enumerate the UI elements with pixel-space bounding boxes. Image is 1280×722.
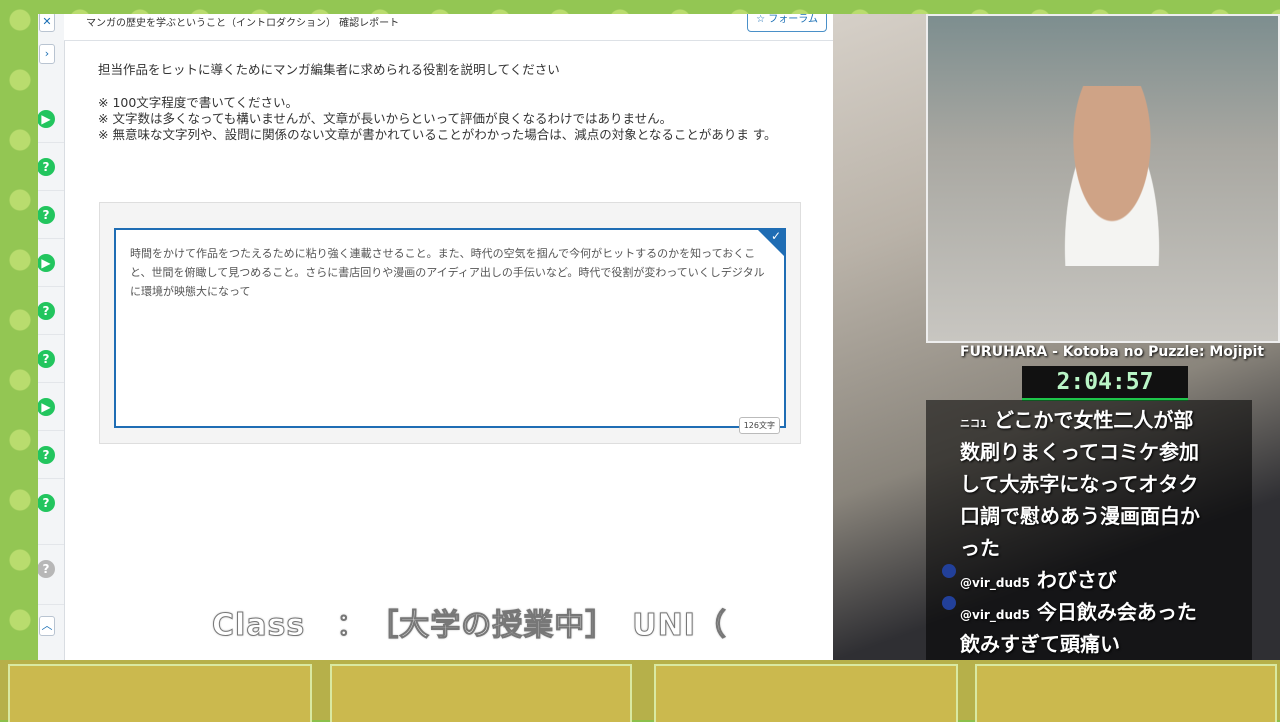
chat-username: @vir_dud5 <box>960 576 1030 590</box>
bottom-decoration <box>0 660 1280 722</box>
divider <box>38 190 64 191</box>
close-icon[interactable]: ✕ <box>39 14 55 32</box>
divider <box>38 430 64 431</box>
divider <box>38 334 64 335</box>
chat-message-line: 数刷りまくってコミケ参加 <box>960 440 1199 464</box>
note-2: ※ 文字数は多くなっても構いませんが、文章が長いからといって評価が良くなるわけで… <box>98 111 673 126</box>
play-icon[interactable]: ▶ <box>38 398 55 416</box>
chat-message: @vir_dud5 今日飲み会あった <box>960 596 1197 631</box>
stream-ticker: Class ： ［大学の授業中］ UNI（ <box>212 608 727 644</box>
chat-message-line: どこかで女性二人が部 <box>993 408 1194 432</box>
char-count-badge: 126文字 <box>738 417 780 434</box>
answer-textarea[interactable]: 時間をかけて作品をつたえるために粘り強く連載させること。また、時代の空気を掴んで… <box>114 228 786 434</box>
streamer-image <box>1052 86 1172 266</box>
question-icon[interactable]: ? <box>38 494 55 512</box>
question-block: 担当作品をヒットに導くためにマンガ編集者に求められる役割を説明してください ※ … <box>98 62 798 143</box>
divider <box>38 238 64 239</box>
play-icon[interactable]: ▶ <box>38 254 55 272</box>
report-header: マンガの歴史を学ぶということ（イントロダクション） 確認レポート ☆ フォーラム <box>64 14 833 41</box>
question-icon[interactable]: ? <box>38 446 55 464</box>
answer-card: 時間をかけて作品をつたえるために粘り強く連載させること。また、時代の空気を掴んで… <box>99 202 801 444</box>
question-prompt: 担当作品をヒットに導くためにマンガ編集者に求められる役割を説明してください <box>98 62 560 77</box>
chat-badge: ニコ1 <box>960 419 987 430</box>
play-icon[interactable]: ▶ <box>38 110 55 128</box>
note-1: ※ 100文字程度で書いてください。 <box>98 95 299 110</box>
decor-panel <box>975 664 1277 722</box>
chat-username: @vir_dud5 <box>960 608 1030 622</box>
left-rail: ✕ › ▶ ? ? ▶ ? ? ▶ ? ? ? ︿ <box>38 14 65 660</box>
check-icon: ✓ <box>770 229 781 243</box>
forum-icon: ☆ <box>756 14 766 25</box>
divider <box>38 604 64 605</box>
chat-message: @vir_dud5 わびさび <box>960 564 1117 599</box>
decor-panel <box>330 664 632 722</box>
chevron-up-icon[interactable]: ︿ <box>39 616 55 636</box>
divider <box>38 478 64 479</box>
forum-button[interactable]: ☆ フォーラム <box>747 14 827 32</box>
question-icon[interactable]: ? <box>38 560 55 578</box>
question-icon[interactable]: ? <box>38 350 55 368</box>
divider <box>38 286 64 287</box>
divider <box>38 142 64 143</box>
note-3: ※ 無意味な文字列や、設問に関係のない文章が書かれていることがわかった場合は、減… <box>98 127 777 142</box>
stream-timer: 2:04:57 <box>1022 366 1188 401</box>
decor-panel <box>8 664 312 722</box>
question-icon[interactable]: ? <box>38 206 55 224</box>
divider <box>38 544 64 545</box>
chat-message-line: 口調で慰めあう漫画面白か <box>960 504 1200 528</box>
question-icon[interactable]: ? <box>38 158 55 176</box>
forum-button-label: フォーラム <box>768 14 818 25</box>
chat-message-line: 飲みすぎて頭痛い <box>960 632 1120 656</box>
chat-overlay: ニコ1 どこかで女性二人が部 数刷りまくってコミケ参加 して大赤字になってオタク… <box>926 400 1252 660</box>
question-icon[interactable]: ? <box>38 302 55 320</box>
decor-panel <box>654 664 958 722</box>
page-title: マンガの歴史を学ぶということ（イントロダクション） 確認レポート <box>86 18 400 29</box>
answer-text: 時間をかけて作品をつたえるために粘り強く連載させること。また、時代の空気を掴んで… <box>130 247 765 298</box>
chat-message-line: して大赤字になってオタク <box>960 472 1199 496</box>
webcam-feed <box>926 14 1280 343</box>
chevron-right-icon[interactable]: › <box>39 44 55 64</box>
divider <box>38 382 64 383</box>
chat-message-line: 今日飲み会あった <box>1036 600 1197 624</box>
chat-message-text: わびさび <box>1036 568 1117 592</box>
avatar <box>942 596 956 610</box>
stream-title: FURUHARA - Kotoba no Puzzle: Mojipit <box>960 344 1265 360</box>
browser-window: ✕ › ▶ ? ? ▶ ? ? ▶ ? ? ? ︿ マンガの歴史を学ぶということ… <box>38 14 833 660</box>
chat-message-line: った <box>960 536 1000 560</box>
avatar <box>942 564 956 578</box>
